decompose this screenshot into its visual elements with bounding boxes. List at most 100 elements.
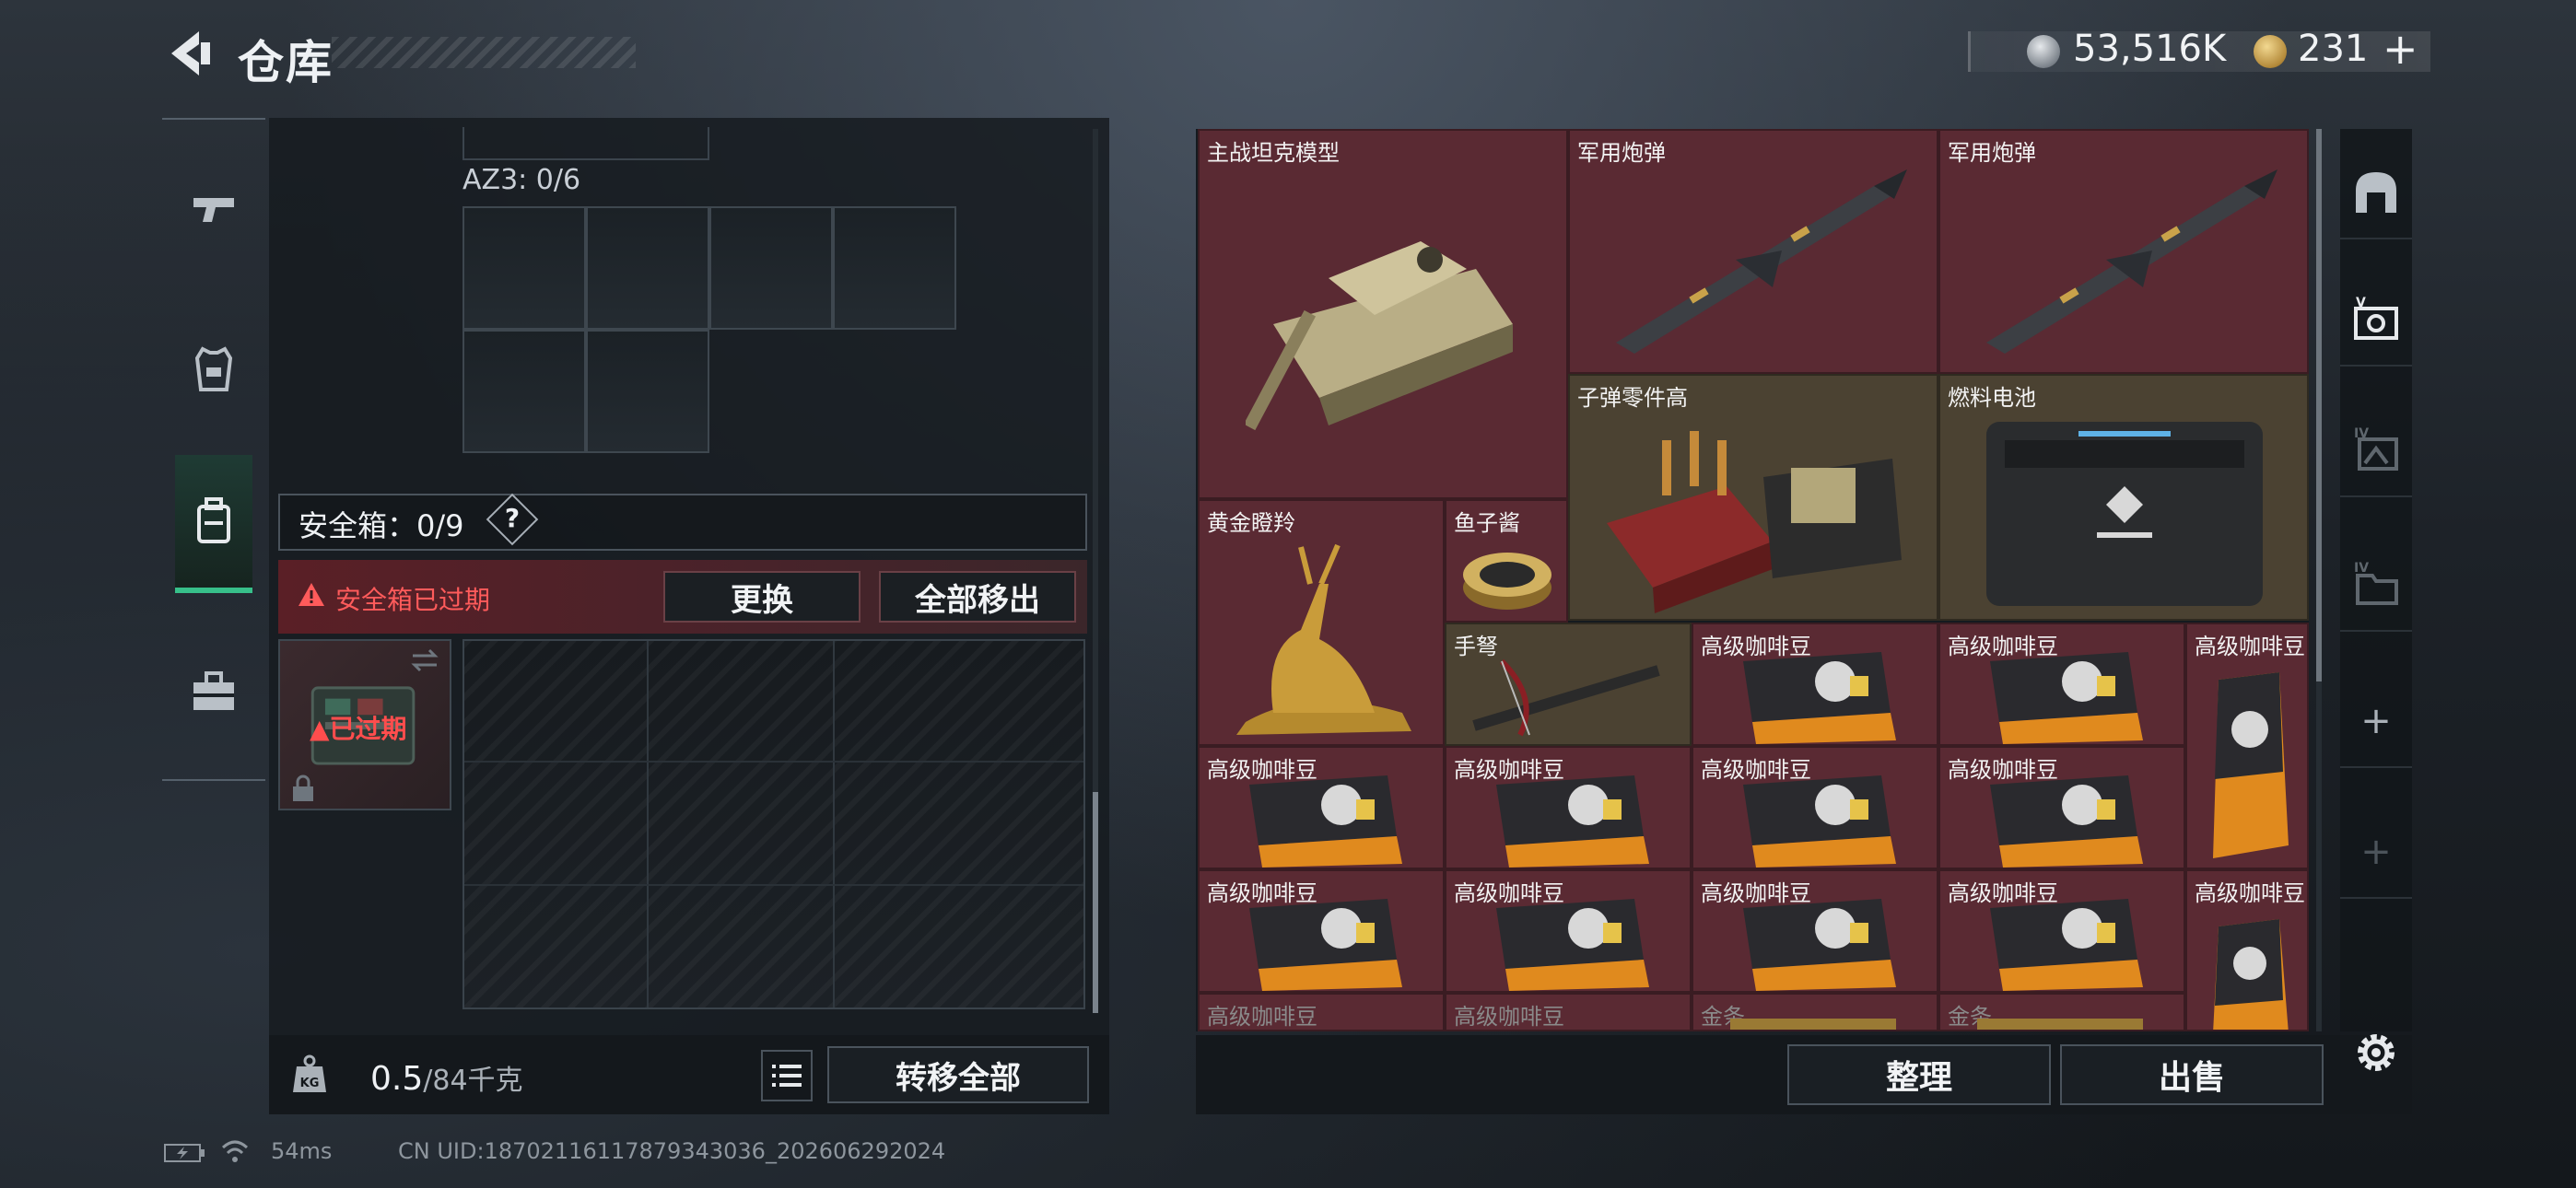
left-scrollbar-thumb[interactable] bbox=[1093, 792, 1098, 1013]
inventory-item-crossbow[interactable]: 手弩 bbox=[1445, 623, 1692, 746]
inventory-item-premium-coffee-beans[interactable]: 高级咖啡豆 bbox=[1692, 869, 1938, 993]
vest-icon bbox=[194, 346, 233, 391]
caviar-tin-icon bbox=[1463, 553, 1551, 610]
coffee-bag-tall-icon bbox=[2213, 672, 2289, 858]
inventory-item-tank-model[interactable]: 主战坦克模型 bbox=[1198, 129, 1568, 499]
backpack-icon bbox=[197, 497, 230, 543]
inventory-item-caviar[interactable]: 鱼子酱 bbox=[1445, 499, 1568, 623]
inventory-item-premium-coffee-beans[interactable]: 高级咖啡豆 bbox=[1198, 869, 1445, 993]
coffee-bag-icon bbox=[1990, 899, 2143, 991]
coffee-bag-icon bbox=[1743, 775, 1896, 868]
storage-v-icon: V bbox=[2354, 296, 2398, 340]
safe-box-capacity: 安全箱：0/9 bbox=[299, 508, 464, 543]
transfer-all-button[interactable]: 转移全部 bbox=[827, 1046, 1089, 1103]
inventory-item-premium-coffee-beans[interactable]: 高级咖啡豆 bbox=[1938, 746, 2185, 869]
coffee-bag-icon bbox=[1743, 652, 1896, 744]
list-icon bbox=[772, 1065, 802, 1087]
missile-icon bbox=[1616, 169, 1907, 354]
item-name: 高级咖啡豆 bbox=[1207, 1004, 1317, 1030]
gold-bar-icon bbox=[1977, 1019, 2143, 1030]
inventory-item-gold-bar[interactable]: 金条 bbox=[1938, 993, 2185, 1031]
settings-button[interactable] bbox=[2340, 1017, 2412, 1089]
swap-icon bbox=[411, 648, 439, 672]
tank-icon bbox=[1246, 241, 1513, 431]
inventory-item-premium-coffee-beans[interactable]: 高级咖啡豆 bbox=[2185, 623, 2309, 869]
warning-icon bbox=[299, 583, 324, 606]
inventory-item-premium-coffee-beans[interactable]: 高级咖啡豆 bbox=[1445, 993, 1692, 1031]
item-name: 高级咖啡豆 bbox=[2195, 634, 2305, 659]
tab-weapons[interactable] bbox=[175, 140, 252, 278]
grid-slot[interactable] bbox=[833, 206, 956, 330]
inventory-item-premium-coffee-beans[interactable]: 高级咖啡豆 bbox=[1198, 746, 1445, 869]
item-name: 高级咖啡豆 bbox=[2195, 880, 2305, 906]
right-scrollbar-thumb[interactable] bbox=[2316, 129, 2322, 681]
svg-text:IV: IV bbox=[2354, 426, 2369, 441]
tab-vault[interactable] bbox=[2340, 147, 2412, 239]
vault-icon bbox=[2356, 172, 2396, 213]
inventory-item-premium-coffee-beans[interactable]: 高级咖啡豆 bbox=[1692, 746, 1938, 869]
golden-gazelle-icon bbox=[1236, 543, 1411, 735]
inventory-item-premium-coffee-beans[interactable]: 高级咖啡豆 bbox=[2185, 869, 2309, 1031]
inventory-item-military-shell[interactable]: 军用炮弹 bbox=[1568, 129, 1938, 374]
inventory-item-fuel-cell[interactable]: 燃料电池 bbox=[1938, 374, 2309, 621]
coffee-bag-icon bbox=[1990, 775, 2143, 868]
user-uid: CN UID:18702116117879343036_202606292024 bbox=[398, 1138, 946, 1164]
carry-weight: 0.5/84千克 bbox=[370, 1060, 523, 1098]
help-button[interactable]: ? bbox=[494, 503, 531, 540]
grid-slot[interactable] bbox=[586, 330, 709, 453]
gold-bar-icon bbox=[1730, 1019, 1896, 1030]
az3-capacity-label: AZ3: 0/6 bbox=[463, 164, 581, 196]
safe-box-grid[interactable] bbox=[463, 639, 1085, 1009]
grid-slot[interactable] bbox=[463, 206, 586, 330]
grid-divider bbox=[833, 641, 835, 1007]
inventory-item-gold-bar[interactable]: 金条 bbox=[1692, 993, 1938, 1031]
inventory-item-ammo-parts[interactable]: 子弹零件高 bbox=[1568, 374, 1938, 621]
title-decoration bbox=[332, 37, 636, 68]
inventory-item-premium-coffee-beans[interactable]: 高级咖啡豆 bbox=[1445, 746, 1692, 869]
tab-storage-iv[interactable]: IV bbox=[2340, 405, 2412, 497]
grid-slot[interactable] bbox=[586, 206, 709, 330]
inventory-item-premium-coffee-beans[interactable]: 高级咖啡豆 bbox=[1445, 869, 1692, 993]
inventory-item-golden-gazelle[interactable]: 黄金瞪羚 bbox=[1198, 499, 1445, 746]
inventory-item-premium-coffee-beans[interactable]: 高级咖啡豆 bbox=[1938, 623, 2185, 746]
tab-supplies[interactable] bbox=[175, 623, 252, 761]
coffee-bag-icon bbox=[1496, 775, 1649, 868]
grid-slot[interactable] bbox=[463, 330, 586, 453]
lock-icon bbox=[293, 775, 313, 801]
replace-button[interactable]: 更换 bbox=[663, 571, 861, 623]
inventory-item-military-shell[interactable]: 军用炮弹 bbox=[1938, 129, 2309, 374]
silver-coin-icon bbox=[2027, 35, 2060, 68]
silver-amount: 53,516K bbox=[2073, 28, 2227, 70]
coffee-bag-icon bbox=[1743, 899, 1896, 991]
tab-add-storage-locked[interactable]: + bbox=[2340, 807, 2412, 899]
gold-coin-icon bbox=[2254, 35, 2287, 68]
gold-amount: 231 bbox=[2298, 28, 2369, 70]
inventory-item-premium-coffee-beans[interactable]: 高级咖啡豆 bbox=[1198, 993, 1445, 1031]
item-name: 高级咖啡豆 bbox=[1454, 1004, 1564, 1030]
tab-add-storage[interactable]: + bbox=[2340, 676, 2412, 768]
list-view-button[interactable] bbox=[761, 1050, 813, 1101]
add-currency-button[interactable]: + bbox=[2383, 24, 2418, 74]
sort-button[interactable]: 整理 bbox=[1787, 1044, 2051, 1105]
back-button[interactable] bbox=[162, 26, 214, 81]
page-title: 仓库 bbox=[238, 36, 334, 89]
inventory-item-premium-coffee-beans[interactable]: 高级咖啡豆 bbox=[1692, 623, 1938, 746]
tab-backpack[interactable] bbox=[175, 455, 252, 593]
missile-icon bbox=[1986, 169, 2277, 354]
coffee-bag-icon bbox=[1496, 899, 1649, 991]
crossbow-icon bbox=[1472, 658, 1660, 737]
tab-storage-iv-folder[interactable]: IV bbox=[2340, 540, 2412, 632]
coffee-bag-icon bbox=[1249, 775, 1402, 868]
svg-text:IV: IV bbox=[2354, 561, 2369, 576]
move-all-out-button[interactable]: 全部移出 bbox=[879, 571, 1076, 623]
tab-equipment[interactable] bbox=[175, 300, 252, 438]
grid-slot[interactable] bbox=[709, 206, 833, 330]
svg-text:KG: KG bbox=[300, 1077, 320, 1090]
sell-button[interactable]: 出售 bbox=[2060, 1044, 2324, 1105]
inventory-item-premium-coffee-beans[interactable]: 高级咖啡豆 bbox=[1938, 869, 2185, 993]
coffee-bag-icon bbox=[1249, 899, 1402, 991]
tab-storage-v[interactable]: V bbox=[2340, 274, 2412, 367]
item-name: 鱼子酱 bbox=[1454, 510, 1520, 536]
expired-notice: 安全箱已过期 bbox=[335, 585, 491, 615]
plus-icon: + bbox=[2360, 700, 2392, 742]
